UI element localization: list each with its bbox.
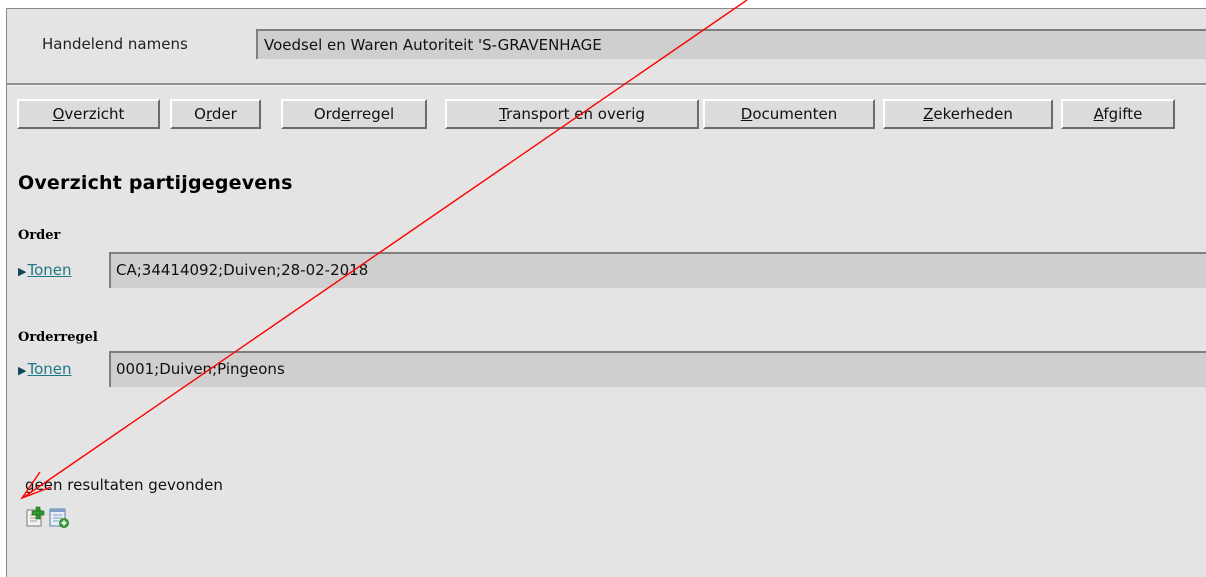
order-summary-field: CA;34414092;Duiven;28-02-2018 (109, 252, 1206, 288)
page-panel: Handelend namens Voedsel en Waren Autori… (6, 8, 1206, 577)
triangle-right-icon: ▶ (18, 265, 27, 278)
tab-orderregel[interactable]: Orderregel (281, 99, 427, 129)
tab-zekerheden[interactable]: Zekerheden (883, 99, 1053, 129)
tab-overzicht[interactable]: Overzicht (17, 99, 160, 129)
add-item-icon[interactable] (25, 505, 47, 529)
no-results-message: geen resultaten gevonden (25, 476, 223, 494)
orderregel-section-label: Orderregel (18, 330, 98, 345)
add-list-icon[interactable] (49, 505, 71, 529)
separator (7, 83, 1206, 86)
order-section-label: Order (18, 228, 61, 243)
tab-order[interactable]: Order (170, 99, 261, 129)
orderregel-summary-field: 0001;Duiven;Pingeons (109, 351, 1206, 387)
page-title: Overzicht partijgegevens (18, 172, 293, 194)
acting-on-behalf-row: Handelend namens Voedsel en Waren Autori… (7, 27, 1206, 63)
order-toggle-link[interactable]: ▶Tonen (18, 261, 72, 279)
acting-on-behalf-field[interactable]: Voedsel en Waren Autoriteit 'S-GRAVENHAG… (256, 29, 1206, 59)
tab-transport-en-overig[interactable]: Transport en overig (445, 99, 699, 129)
orderregel-toggle-link[interactable]: ▶Tonen (18, 360, 72, 378)
acting-on-behalf-label: Handelend namens (42, 35, 188, 53)
tab-documenten[interactable]: Documenten (703, 99, 875, 129)
tab-afgifte[interactable]: Afgifte (1061, 99, 1175, 129)
triangle-right-icon: ▶ (18, 364, 27, 377)
